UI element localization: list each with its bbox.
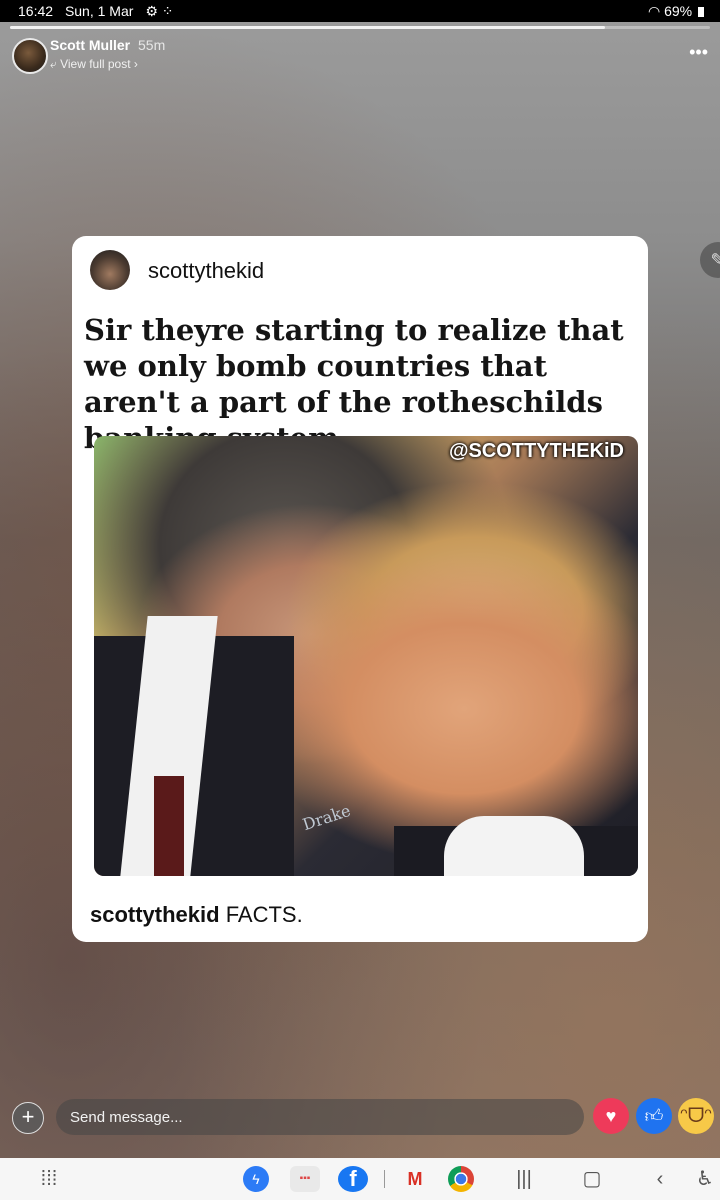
- battery-level: 69%: [664, 3, 693, 19]
- send-message-input[interactable]: [56, 1099, 584, 1135]
- love-reaction-icon[interactable]: ♥: [593, 1098, 629, 1134]
- photo-sign-text: Drake: [300, 800, 353, 835]
- haha-reaction-icon[interactable]: ᵔᗜᵔ: [678, 1098, 714, 1134]
- messenger-icon[interactable]: ϟ: [243, 1166, 269, 1192]
- status-time: 16:42: [18, 3, 54, 19]
- dock-divider: [384, 1170, 385, 1188]
- post-caption: scottythekid FACTS.: [90, 902, 303, 928]
- status-date: Sun, 1 Mar: [64, 3, 134, 19]
- post-time: 55m: [138, 37, 166, 53]
- shared-post-card[interactable]: scottythekid Sir theyre starting to real…: [72, 236, 648, 942]
- post-username: scottythekid: [148, 258, 265, 283]
- caption-username: scottythekid: [90, 902, 220, 927]
- status-bar: 16:42 Sun, 1 Mar ⚙︎ ⁘ ◠ 69%: [0, 0, 720, 22]
- post-user-avatar: [90, 250, 130, 290]
- apps-grid-icon[interactable]: ⁞⁞⁞: [34, 1166, 64, 1192]
- author-header[interactable]: Scott Muller 55m: [50, 37, 165, 53]
- home-icon[interactable]: ▢: [577, 1166, 607, 1192]
- view-full-post-link[interactable]: ⤶ View full post ›: [50, 57, 138, 72]
- recent-apps-icon[interactable]: |||: [509, 1166, 539, 1192]
- notification-icons: ⚙︎ ⁘: [145, 3, 174, 19]
- back-icon[interactable]: ‹: [645, 1166, 675, 1192]
- system-nav-bar: ⁞⁞⁞ ϟ ▪▪▪ f M ||| ▢ ‹ ♿︎: [0, 1158, 720, 1200]
- chrome-icon[interactable]: [448, 1166, 474, 1192]
- like-reaction-icon[interactable]: 👍︎: [636, 1098, 672, 1134]
- share-icon: ⤶: [50, 57, 57, 71]
- battery-icon: [698, 7, 704, 17]
- tie: [154, 776, 184, 876]
- wifi-icon: ◠: [647, 3, 661, 19]
- meme-image: Sir theyre starting to realize that we o…: [72, 306, 648, 876]
- meme-headline: Sir theyre starting to realize that we o…: [84, 313, 624, 455]
- story-progress-bar: [10, 26, 710, 29]
- facebook-icon[interactable]: f: [338, 1166, 368, 1192]
- more-options-icon[interactable]: •••: [689, 42, 708, 63]
- accessibility-icon[interactable]: ♿︎: [690, 1166, 720, 1192]
- author-name[interactable]: Scott Muller: [50, 37, 130, 53]
- author-avatar[interactable]: [12, 38, 48, 74]
- story-progress-fill: [10, 26, 605, 29]
- gmail-icon[interactable]: M: [400, 1166, 430, 1192]
- meme-photo: Drake @SCOTTYTHEKiD: [94, 436, 638, 876]
- caption-text: FACTS.: [219, 902, 303, 927]
- collar-right: [444, 816, 584, 876]
- view-full-post-label[interactable]: View full post: [60, 57, 130, 71]
- watermark: @SCOTTYTHEKiD: [448, 440, 624, 462]
- plus-circle-icon[interactable]: +: [12, 1102, 44, 1134]
- folder-icon[interactable]: ▪▪▪: [290, 1166, 320, 1192]
- chevron-right-icon: ›: [133, 57, 138, 71]
